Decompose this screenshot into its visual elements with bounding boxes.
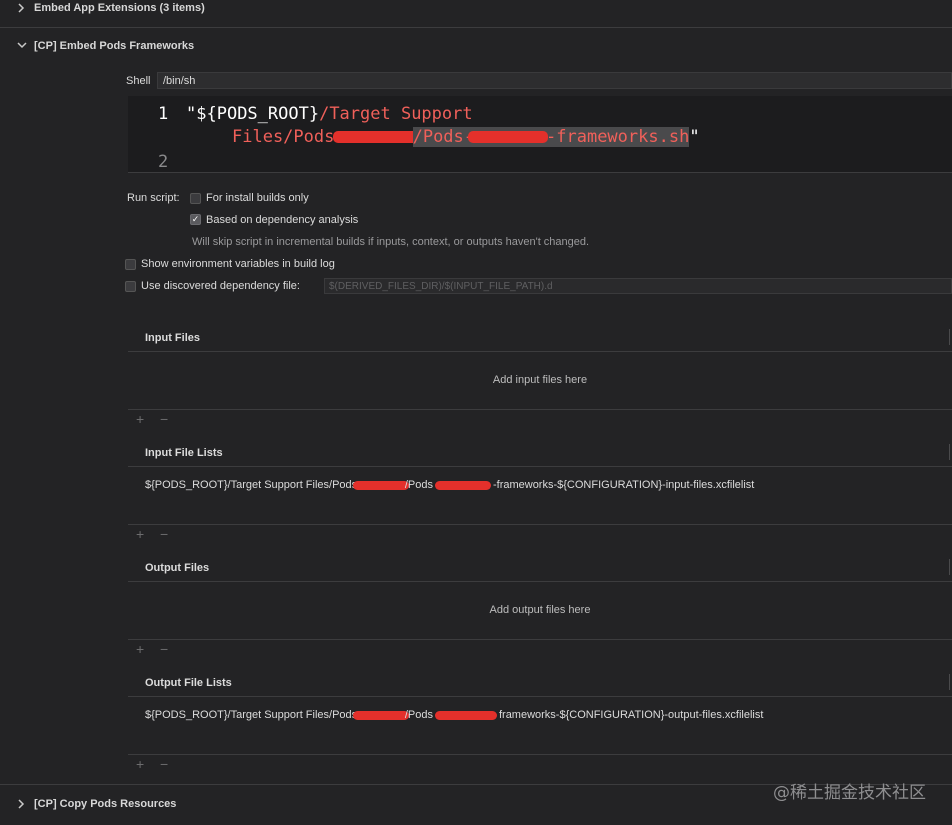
install-builds-checkbox[interactable] <box>190 193 201 204</box>
input-files-header: Input Files <box>128 325 952 351</box>
script-line-1-wrap: Files/Pods- /Pods- -frameworks.sh" <box>232 127 700 147</box>
script-line-1: "${PODS_ROOT}/Target Support <box>186 104 473 124</box>
show-env-checkbox[interactable] <box>125 259 136 270</box>
add-input-file-button[interactable]: + <box>136 411 144 427</box>
add-input-file-list-button[interactable]: + <box>136 526 144 542</box>
remove-output-file-button[interactable]: − <box>160 641 168 657</box>
watermark: @稀土掘金技术社区 <box>773 783 926 803</box>
phase-embed-pods-frameworks[interactable]: [CP] Embed Pods Frameworks <box>0 37 952 57</box>
install-builds-label: For install builds only <box>206 192 309 204</box>
redaction-mark <box>468 131 549 143</box>
section-title: Input File Lists <box>145 447 223 459</box>
divider <box>0 27 952 28</box>
chevron-right-icon[interactable] <box>17 3 27 15</box>
add-output-file-list-button[interactable]: + <box>136 756 144 772</box>
divider <box>128 696 952 697</box>
redaction-mark <box>434 710 497 720</box>
chevron-down-icon[interactable] <box>17 41 27 53</box>
output-files-placeholder: Add output files here <box>489 604 591 616</box>
add-output-file-button[interactable]: + <box>136 641 144 657</box>
redaction-mark <box>332 131 421 143</box>
phase-title: [CP] Copy Pods Resources <box>34 798 177 810</box>
output-file-lists-header: Output File Lists <box>128 670 952 696</box>
column-divider <box>949 559 950 575</box>
section-title: Output Files <box>145 562 210 574</box>
phase-title: Embed App Extensions (3 items) <box>34 2 205 14</box>
show-env-label: Show environment variables in build log <box>141 258 335 270</box>
discovered-dep-checkbox[interactable] <box>125 281 136 292</box>
line-number: 2 <box>158 152 169 172</box>
dependency-analysis-checkbox[interactable]: ✓ <box>190 214 201 225</box>
column-divider <box>949 444 950 460</box>
shell-value: /bin/sh <box>163 75 196 87</box>
remove-input-file-list-button[interactable]: − <box>160 526 168 542</box>
script-path: Files/Pods- <box>232 127 345 147</box>
redaction-mark <box>352 480 409 490</box>
run-script-label: Run script: <box>127 192 180 204</box>
checkmark-icon: ✓ <box>191 214 200 224</box>
divider <box>128 639 952 640</box>
input-file-lists-header: Input File Lists <box>128 440 952 466</box>
divider <box>128 524 952 525</box>
dependency-file-input[interactable]: $(DERIVED_FILES_DIR)/$(INPUT_FILE_PATH).… <box>324 278 952 294</box>
dependency-file-placeholder: $(DERIVED_FILES_DIR)/$(INPUT_FILE_PATH).… <box>329 281 553 292</box>
file-path-part: frameworks-${CONFIGURATION}-output-files… <box>498 709 764 721</box>
dependency-analysis-label: Based on dependency analysis <box>206 214 359 226</box>
file-path-part: /Pods <box>404 709 433 721</box>
chevron-right-icon[interactable] <box>17 799 27 811</box>
output-files-header: Output Files <box>128 555 952 581</box>
phase-embed-app-extensions[interactable]: Embed App Extensions (3 items) <box>0 0 952 20</box>
output-file-list-row[interactable]: ${PODS_ROOT}/Target Support Files/Pods- /… <box>145 709 763 721</box>
input-files-placeholder: Add input files here <box>492 374 588 386</box>
input-file-list-row[interactable]: ${PODS_ROOT}/Target Support Files/Pods- /… <box>145 479 754 491</box>
column-divider <box>949 329 950 345</box>
quote: " <box>186 104 197 124</box>
script-path: /Pods- <box>412 127 475 147</box>
divider <box>128 466 952 467</box>
file-path-part: -frameworks-${CONFIGURATION}-input-files… <box>492 479 755 491</box>
section-title: Input Files <box>145 332 200 344</box>
discovered-dep-label: Use discovered dependency file: <box>141 280 300 292</box>
divider <box>128 351 952 352</box>
divider <box>128 754 952 755</box>
remove-output-file-list-button[interactable]: − <box>160 756 168 772</box>
column-divider <box>949 674 950 690</box>
shell-input[interactable]: /bin/sh <box>157 72 952 89</box>
file-path-part: /Pods <box>404 479 433 491</box>
script-var: ${PODS_ROOT} <box>196 104 320 124</box>
remove-input-file-button[interactable]: − <box>160 411 168 427</box>
redaction-mark <box>352 710 409 720</box>
shell-label: Shell <box>126 75 151 87</box>
quote: " <box>689 127 700 147</box>
section-title: Output File Lists <box>145 677 232 689</box>
line-number: 1 <box>158 104 169 124</box>
divider <box>128 581 952 582</box>
file-path-part: ${PODS_ROOT}/Target Support Files/Pods- <box>145 709 361 721</box>
script-path: /Target Support <box>319 104 473 124</box>
script-editor[interactable]: 1 2 "${PODS_ROOT}/Target Support Files/P… <box>128 96 952 172</box>
divider <box>128 172 952 173</box>
script-path: -frameworks.sh <box>546 127 690 147</box>
divider <box>128 409 952 410</box>
skip-note: Will skip script in incremental builds i… <box>192 236 590 248</box>
redaction-mark <box>434 480 491 490</box>
file-path-part: ${PODS_ROOT}/Target Support Files/Pods- <box>145 479 361 491</box>
phase-title: [CP] Embed Pods Frameworks <box>34 40 195 52</box>
